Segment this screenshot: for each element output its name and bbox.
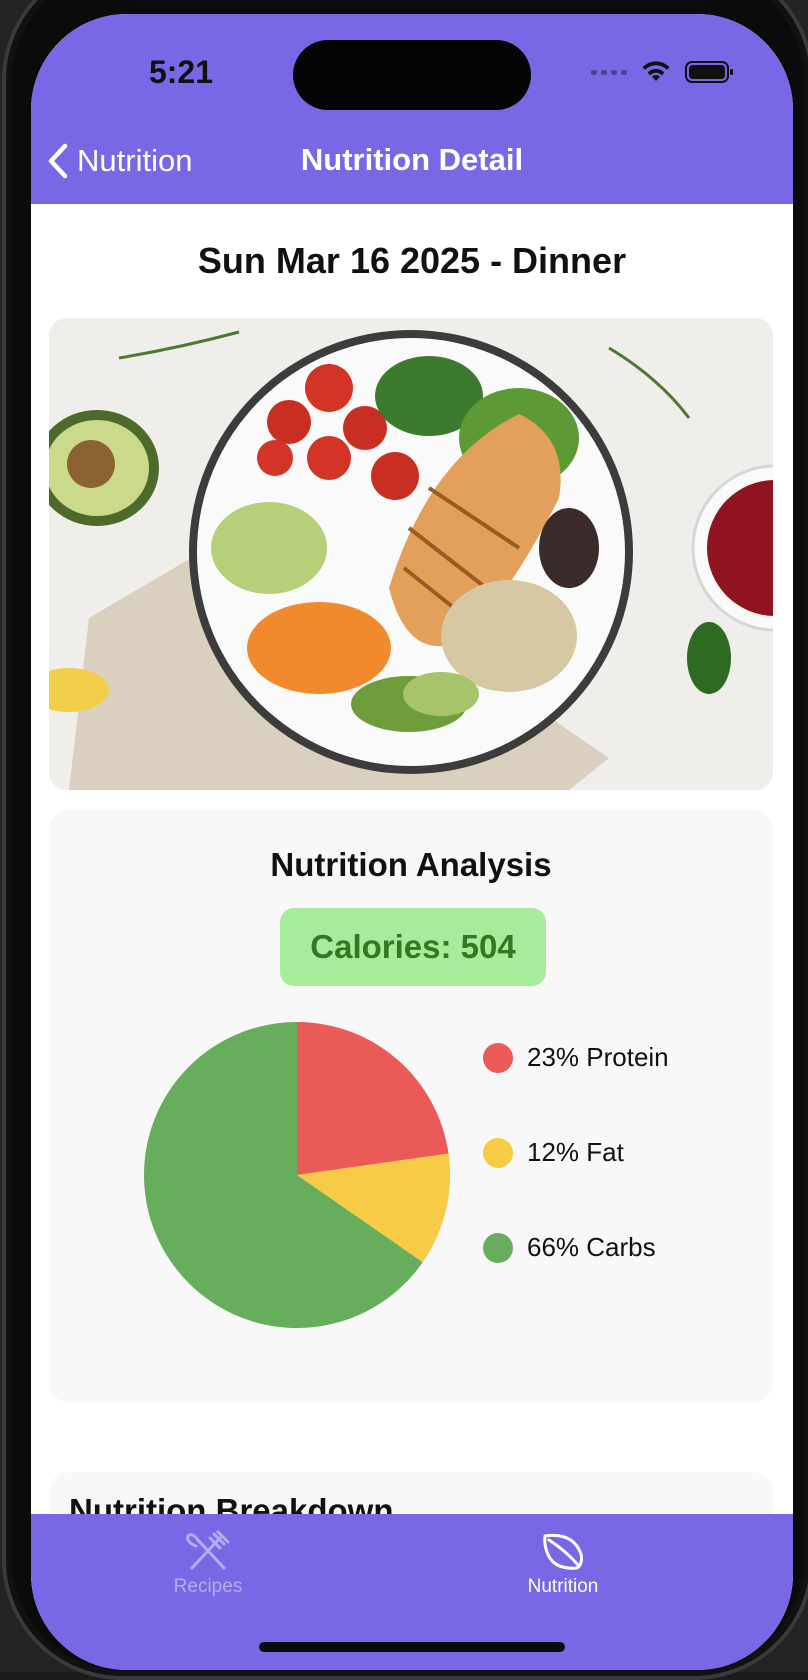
app-screen: 5:21 Nutrition Nutrition Detail Sun Mar … [31, 14, 793, 1670]
meal-photo-illustration [49, 318, 773, 790]
meal-photo [49, 318, 773, 790]
status-icons [591, 60, 735, 84]
meal-heading: Sun Mar 16 2025 - Dinner [197, 240, 627, 281]
wifi-icon [642, 61, 670, 81]
navigation-header: 5:21 Nutrition Nutrition Detail [31, 14, 793, 204]
legend-label-carbs: 66% Carbs [527, 1232, 656, 1262]
dynamic-island [293, 40, 531, 110]
content-scroll[interactable]: Sun Mar 16 2025 - Dinner Nutrition Analy… [31, 204, 793, 1524]
tab-recipes-label: Recipes [173, 1576, 243, 1597]
nutrition-analysis-title: Nutrition Analysis [270, 846, 552, 883]
tab-nutrition[interactable]: Nutrition [463, 1528, 663, 1598]
tab-recipes[interactable]: Recipes [108, 1528, 308, 1598]
status-time: 5:21 [148, 54, 214, 90]
back-button-label: Nutrition [77, 143, 193, 178]
pie-slice-protein [297, 1022, 449, 1175]
legend-item-protein: 23% Protein [483, 1042, 669, 1073]
legend-item-carbs: 66% Carbs [483, 1232, 656, 1263]
chevron-left-icon [48, 143, 68, 179]
calories-badge: Calories: 504 [280, 908, 546, 986]
back-button[interactable]: Nutrition [45, 142, 192, 180]
home-indicator [259, 1642, 565, 1652]
legend-dot-fat [483, 1137, 513, 1168]
nutrition-analysis-card: Nutrition Analysis Calories: 504 23% Pro… [49, 810, 773, 1402]
legend-label-protein: 23% Protein [527, 1042, 669, 1072]
legend-item-fat: 12% Fat [483, 1137, 624, 1168]
legend-label-fat: 12% Fat [527, 1137, 624, 1167]
leaf-icon [543, 1533, 583, 1570]
legend-dot-carbs [483, 1232, 513, 1263]
legend-dot-protein [483, 1042, 513, 1073]
tab-nutrition-label: Nutrition [527, 1576, 599, 1597]
fork-knife-icon [186, 1530, 230, 1570]
cellular-signal-icon [591, 69, 627, 75]
macro-pie-chart [144, 1022, 450, 1328]
battery-icon [685, 61, 733, 83]
